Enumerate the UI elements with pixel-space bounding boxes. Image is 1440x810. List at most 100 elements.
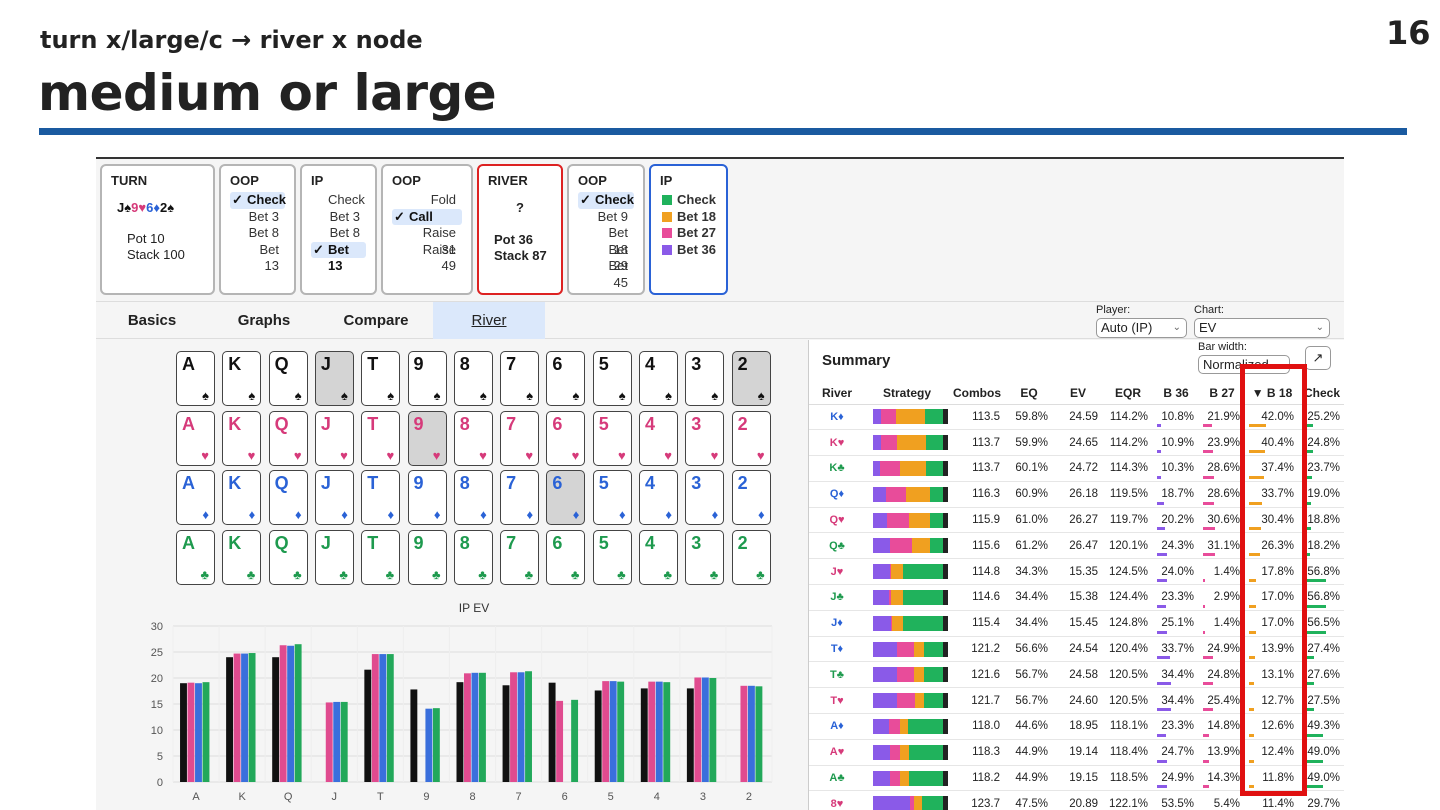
action-bet-8[interactable]: Bet 8 <box>311 225 366 242</box>
action-fold[interactable]: Fold <box>392 192 462 209</box>
board-card: J♠ <box>117 200 132 215</box>
card-Q-club[interactable]: Q ♣ <box>268 529 308 585</box>
column-header[interactable]: River <box>809 382 865 405</box>
action-bet-8[interactable]: Bet 8 <box>230 225 285 242</box>
action-raise-49[interactable]: Raise 49 <box>392 242 462 274</box>
card-T-club[interactable]: T ♣ <box>361 529 401 585</box>
action-raise-31[interactable]: Raise 31 <box>392 225 462 257</box>
action-bet-13[interactable]: ✓ Bet 13 <box>311 241 366 273</box>
card-J-spade[interactable]: J ♠ <box>314 351 354 406</box>
card-J-club[interactable]: J ♣ <box>314 529 354 585</box>
card-3-club[interactable]: 3 ♣ <box>685 529 725 585</box>
slide-number: 16 <box>1386 14 1431 52</box>
card-8-diamond[interactable]: 8 ♦ <box>453 470 493 525</box>
card-4-spade[interactable]: 4 ♠ <box>639 351 678 406</box>
card-2-club[interactable]: 2 ♣ <box>731 529 771 585</box>
action-bet-3[interactable]: Bet 3 <box>311 209 366 226</box>
action-call[interactable]: ✓ Call <box>392 208 462 225</box>
suit-icon: ♥ <box>571 447 580 463</box>
suit-icon: ♣ <box>524 566 534 582</box>
card-Q-heart[interactable]: Q ♥ <box>268 410 308 466</box>
card-6-club[interactable]: 6 ♣ <box>546 529 586 585</box>
tab-graphs[interactable]: Graphs <box>208 302 320 339</box>
card-K-diamond[interactable]: K ♦ <box>222 470 262 525</box>
column-header[interactable]: EQ <box>1005 382 1053 405</box>
card-3-spade[interactable]: 3 ♠ <box>685 351 725 406</box>
card-3-heart[interactable]: 3 ♥ <box>685 410 725 466</box>
card-T-heart[interactable]: T ♥ <box>361 410 401 466</box>
action-bet-29[interactable]: Bet 29 <box>578 242 634 274</box>
column-header[interactable]: Combos <box>949 382 1005 405</box>
action-bet-13[interactable]: Bet 13 <box>230 242 285 274</box>
card-rank: 2 <box>737 413 748 434</box>
river-card: J♦ <box>809 610 865 637</box>
column-header[interactable]: EV <box>1053 382 1103 405</box>
action-check[interactable]: Check <box>311 192 366 209</box>
card-Q-spade[interactable]: Q ♠ <box>268 351 308 406</box>
card-6-spade[interactable]: 6 ♠ <box>546 351 586 406</box>
tab-basics[interactable]: Basics <box>96 302 208 339</box>
card-2-heart[interactable]: 2 ♥ <box>731 410 771 466</box>
card-4-club[interactable]: 4 ♣ <box>639 529 678 585</box>
node-turn-0[interactable]: TURN J♠9♥6♦2♠ Pot 10 Stack 100 <box>100 164 215 295</box>
card-6-heart[interactable]: 6 ♥ <box>546 410 586 466</box>
card-7-heart[interactable]: 7 ♥ <box>500 410 540 466</box>
action-check[interactable]: ✓ Check <box>230 192 286 209</box>
node-oop-5[interactable]: OOP ✓ Check Bet 9 Bet 18 Bet 29 Bet 45 <box>567 164 645 295</box>
card-8-heart[interactable]: 8 ♥ <box>453 410 493 466</box>
card-J-diamond[interactable]: J ♦ <box>314 470 354 525</box>
card-K-club[interactable]: K ♣ <box>222 529 262 585</box>
card-A-heart[interactable]: A ♥ <box>176 410 215 466</box>
node-oop-1[interactable]: OOP ✓ Check Bet 3 Bet 8 Bet 13 <box>219 164 296 295</box>
card-rank: 4 <box>645 354 656 374</box>
node-ip-6[interactable]: IP Check Bet 18 Bet 27 Bet 36 <box>649 164 728 295</box>
card-T-diamond[interactable]: T ♦ <box>361 470 401 525</box>
card-K-heart[interactable]: K ♥ <box>222 410 262 466</box>
column-header[interactable]: EQR <box>1103 382 1153 405</box>
card-5-club[interactable]: 5 ♣ <box>592 529 632 585</box>
frequency-bar <box>1203 759 1209 763</box>
card-T-spade[interactable]: T ♠ <box>361 351 401 406</box>
tab-compare[interactable]: Compare <box>320 302 432 339</box>
chart-select[interactable]: EV ⌄ <box>1194 318 1330 338</box>
card-5-spade[interactable]: 5 ♠ <box>592 351 632 406</box>
action-bet-18[interactable]: Bet 18 <box>578 225 634 257</box>
card-4-diamond[interactable]: 4 ♦ <box>639 470 678 525</box>
card-5-heart[interactable]: 5 ♥ <box>592 410 632 466</box>
card-4-heart[interactable]: 4 ♥ <box>639 410 678 466</box>
card-2-diamond[interactable]: 2 ♦ <box>731 470 771 525</box>
card-J-heart[interactable]: J ♥ <box>314 410 354 466</box>
card-Q-diamond[interactable]: Q ♦ <box>268 470 308 525</box>
player-select[interactable]: Auto (IP) ⌄ <box>1096 318 1187 338</box>
action-check[interactable]: ✓ Check <box>578 192 634 209</box>
card-9-diamond[interactable]: 9 ♦ <box>407 470 447 525</box>
open-external-button[interactable]: ↗ <box>1305 346 1331 370</box>
card-5-diamond[interactable]: 5 ♦ <box>592 470 632 525</box>
card-7-club[interactable]: 7 ♣ <box>500 529 540 585</box>
card-K-spade[interactable]: K ♠ <box>222 351 262 406</box>
card-A-diamond[interactable]: A ♦ <box>176 470 215 525</box>
card-8-club[interactable]: 8 ♣ <box>453 529 493 585</box>
node-river-4[interactable]: RIVER? Pot 36 Stack 87 <box>477 164 563 295</box>
card-A-spade[interactable]: A ♠ <box>176 351 215 406</box>
card-6-diamond[interactable]: 6 ♦ <box>546 470 586 525</box>
action-bet-9[interactable]: Bet 9 <box>578 209 634 226</box>
tab-river[interactable]: River <box>433 302 545 339</box>
card-rank: 4 <box>645 532 656 553</box>
card-9-heart[interactable]: 9 ♥ <box>407 410 447 466</box>
node-oop-3[interactable]: OOP Fold ✓ Call Raise 31 Raise 49 <box>381 164 473 295</box>
column-header[interactable]: Strategy <box>865 382 949 405</box>
action-bet-45[interactable]: Bet 45 <box>578 258 634 290</box>
card-8-spade[interactable]: 8 ♠ <box>453 351 493 406</box>
card-3-diamond[interactable]: 3 ♦ <box>685 470 725 525</box>
column-header[interactable]: B 27 <box>1199 382 1245 405</box>
card-7-spade[interactable]: 7 ♠ <box>500 351 540 406</box>
card-9-spade[interactable]: 9 ♠ <box>407 351 447 406</box>
card-2-spade[interactable]: 2 ♠ <box>731 351 771 406</box>
card-9-club[interactable]: 9 ♣ <box>407 529 447 585</box>
column-header[interactable]: B 36 <box>1153 382 1199 405</box>
action-bet-3[interactable]: Bet 3 <box>230 209 285 226</box>
card-A-club[interactable]: A ♣ <box>176 529 215 585</box>
card-7-diamond[interactable]: 7 ♦ <box>500 470 540 525</box>
node-ip-2[interactable]: IP Check Bet 3 Bet 8 ✓ Bet 13 <box>300 164 377 295</box>
